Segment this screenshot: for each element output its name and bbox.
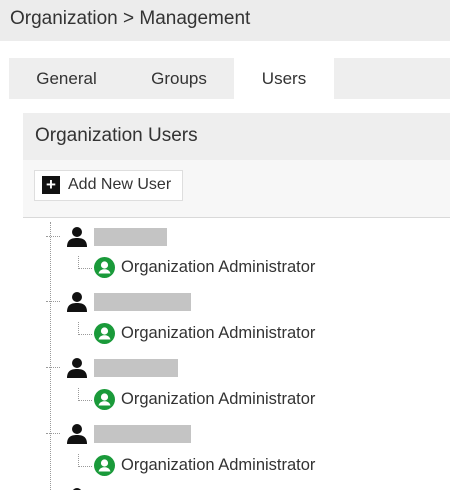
user-circle-icon [94,389,115,410]
tree-user-node-partial[interactable] [0,486,430,490]
tree-user-node[interactable] [0,290,430,314]
tree-role-node[interactable]: Organization Administrator [0,322,430,346]
breadcrumb: Organization > Management [10,8,251,29]
panel-title: Organization Users [35,125,198,146]
role-label: Organization Administrator [121,258,316,276]
add-new-user-label: Add New User [68,176,172,193]
tree-connector [46,301,60,302]
tree-connector [78,322,92,335]
tree-connector [78,388,92,401]
page-header: Organization > Management [0,0,450,41]
redacted-username [94,359,178,377]
role-label: Organization Administrator [121,324,316,342]
user-circle-icon [94,257,115,278]
person-icon [67,424,87,444]
role-label: Organization Administrator [121,390,316,408]
tree-role-node[interactable]: Organization Administrator [0,388,430,412]
tab-general[interactable]: General [9,58,124,99]
person-icon [67,358,87,378]
add-new-user-button[interactable]: + Add New User [34,170,183,201]
role-label: Organization Administrator [121,456,316,474]
tab-users[interactable]: Users [234,58,334,99]
plus-square-icon: + [42,176,60,194]
redacted-username [94,228,167,246]
tree-user-node[interactable] [0,356,430,380]
user-circle-icon [94,455,115,476]
tree-user-node[interactable] [0,225,430,249]
tree-connector [46,433,60,434]
tree-user-node[interactable] [0,422,430,446]
panel-header: Organization Users [23,113,450,160]
toolbar: + Add New User [23,160,450,218]
redacted-username [94,293,191,311]
tab-groups[interactable]: Groups [124,58,234,99]
redacted-username [94,425,191,443]
tree-connector [78,256,92,269]
tab-bar: General Groups Users [9,58,450,99]
tree-role-node[interactable]: Organization Administrator [0,256,430,280]
tree-connector [46,367,60,368]
person-icon [67,227,87,247]
person-icon [67,292,87,312]
tree-connector [78,454,92,467]
tree-connector [46,236,60,237]
tree-role-node[interactable]: Organization Administrator [0,454,430,478]
user-circle-icon [94,323,115,344]
